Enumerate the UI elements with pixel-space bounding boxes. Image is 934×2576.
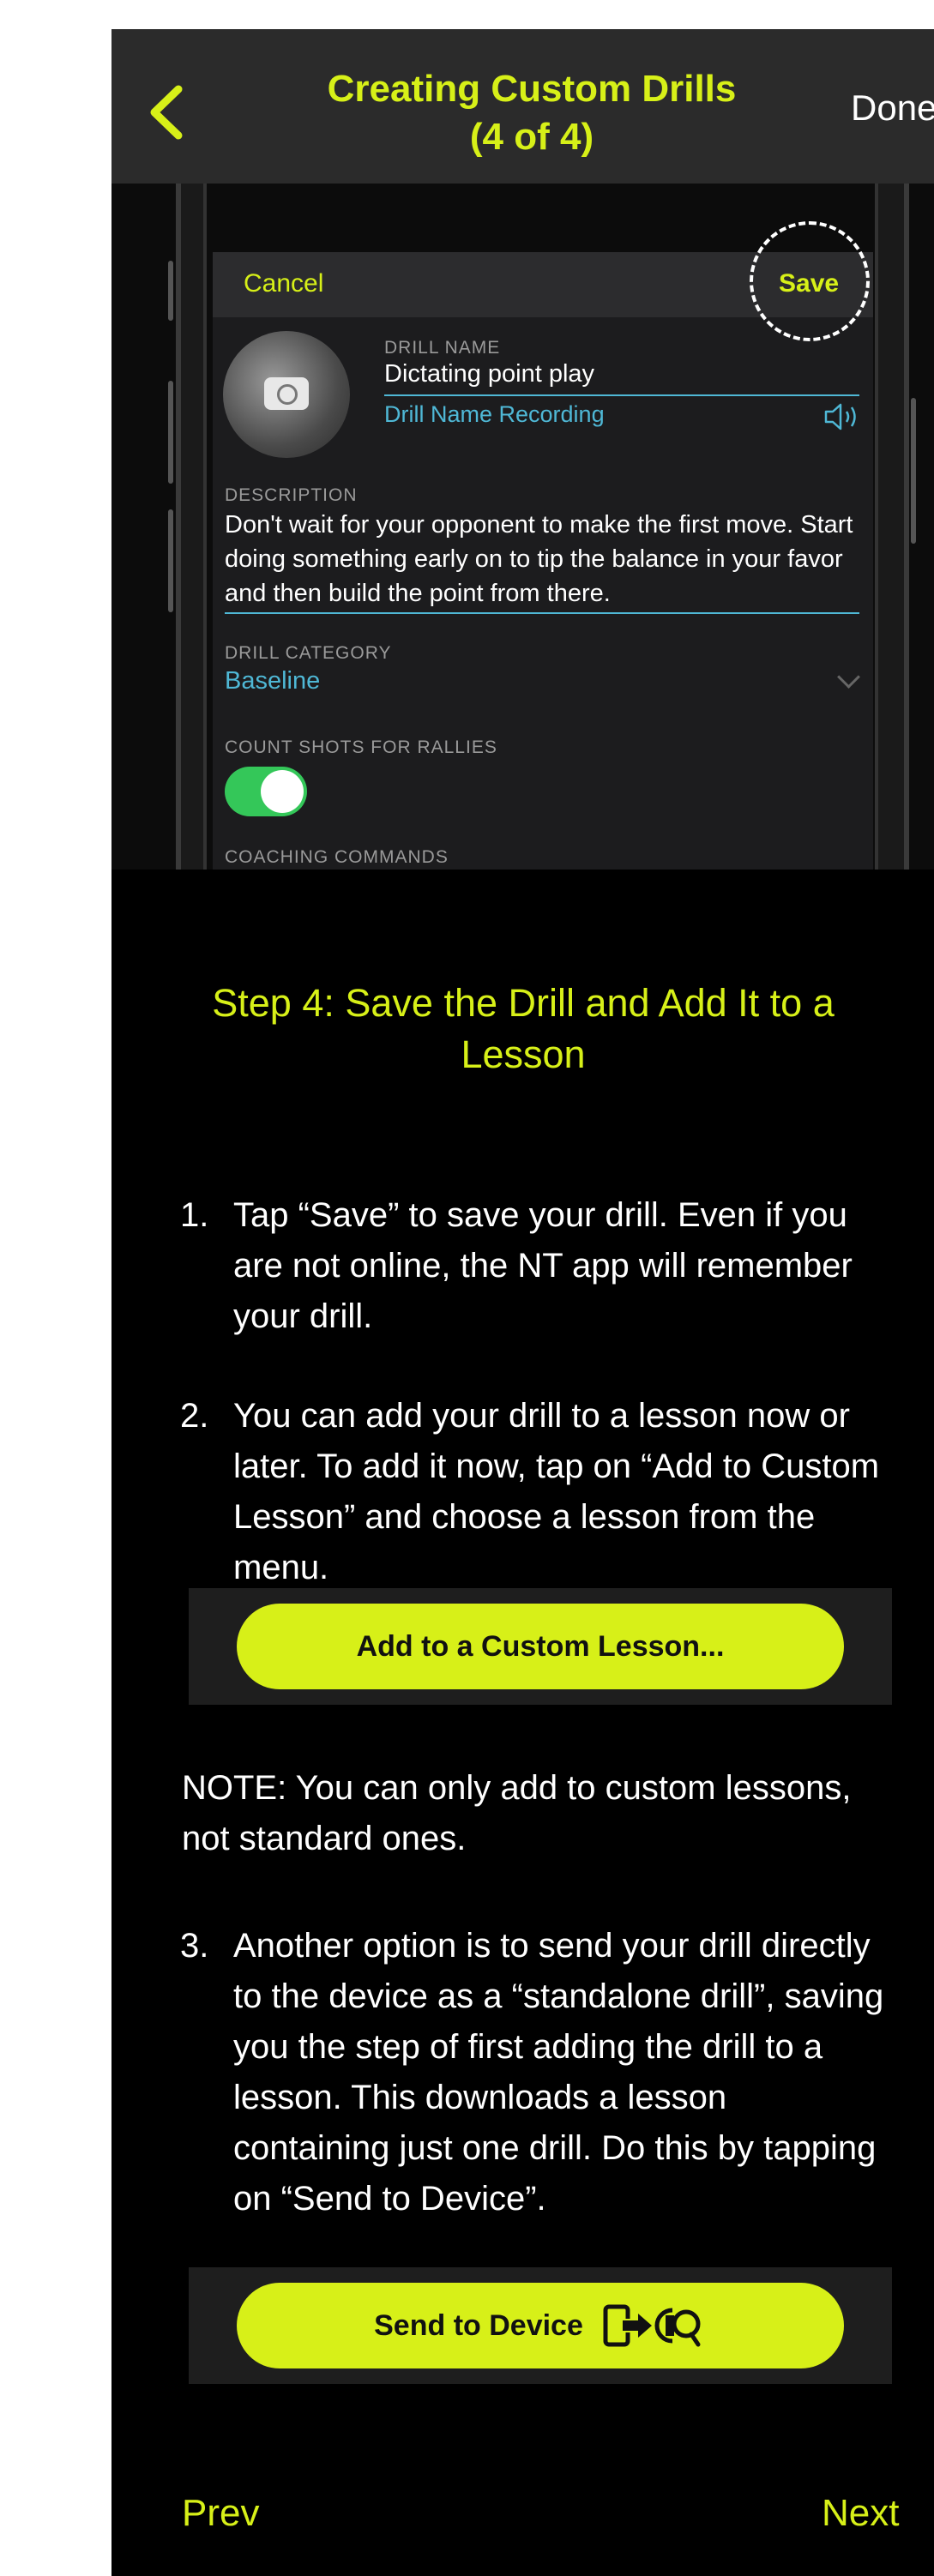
phone-side-button (168, 509, 173, 612)
drill-edit-screen: Cancel Save DRILL NAME Dictating point p… (213, 221, 873, 870)
send-button-label: Send to Device (374, 2308, 583, 2342)
page-title: Creating Custom Drills (4 of 4) (300, 65, 763, 161)
drill-name-label: DRILL NAME (384, 338, 501, 358)
drill-photo[interactable] (223, 331, 350, 458)
add-button-container: Add to a Custom Lesson... (189, 1588, 892, 1705)
prev-button[interactable]: Prev (182, 2492, 259, 2535)
list-text: Tap “Save” to save your drill. Even if y… (233, 1196, 853, 1335)
next-button[interactable]: Next (822, 2492, 899, 2535)
note-text: NOTE: You can only add to custom lessons… (182, 1769, 852, 1857)
page-title-line1: Creating Custom Drills (327, 68, 737, 110)
tutorial-panel: Creating Custom Drills (4 of 4) Done Can… (111, 29, 934, 2576)
description-label: DESCRIPTION (225, 485, 358, 505)
list-text: You can add your drill to a lesson now o… (233, 1397, 880, 1586)
phone-side-button (168, 381, 173, 484)
chevron-down-icon[interactable] (837, 665, 860, 689)
send-to-device-icon (603, 2304, 701, 2347)
description-field[interactable]: Don't wait for your opponent to make the… (225, 508, 868, 611)
list-number: 1. (180, 1196, 209, 1234)
app-screenshot: Cancel Save DRILL NAME Dictating point p… (111, 184, 934, 870)
send-to-device-button[interactable]: Send to Device (237, 2283, 844, 2368)
cancel-button[interactable]: Cancel (244, 269, 323, 298)
toggle-knob (261, 770, 304, 813)
phone-frame-right (875, 184, 909, 870)
drill-category-label: DRILL CATEGORY (225, 643, 392, 663)
add-to-custom-lesson-button[interactable]: Add to a Custom Lesson... (237, 1604, 844, 1689)
drill-name-field[interactable]: Dictating point play (384, 360, 594, 388)
page-title-line2: (4 of 4) (469, 116, 594, 158)
drill-name-underline (384, 394, 859, 396)
list-number: 2. (180, 1397, 209, 1435)
drill-category-select[interactable]: Baseline (225, 667, 320, 695)
save-highlight-circle (750, 221, 870, 341)
camera-icon (264, 377, 309, 410)
send-button-container: Send to Device (189, 2267, 892, 2384)
description-underline (225, 612, 859, 614)
done-button[interactable]: Done (851, 87, 934, 129)
list-number: 3. (180, 1927, 209, 1965)
count-shots-toggle[interactable] (225, 767, 307, 816)
step-title: Step 4: Save the Drill and Add It to a L… (212, 981, 835, 1076)
phone-side-button (168, 261, 173, 321)
phone-frame-left (176, 184, 207, 870)
phone-side-button (911, 398, 916, 544)
list-text: Another option is to send your drill dir… (233, 1927, 884, 2218)
speaker-icon[interactable] (823, 401, 863, 432)
add-button-label: Add to a Custom Lesson... (356, 1629, 725, 1663)
coaching-commands-label: COACHING COMMANDS (225, 847, 449, 867)
count-shots-label: COUNT SHOTS FOR RALLIES (225, 737, 497, 757)
header-bar: Creating Custom Drills (4 of 4) Done (111, 29, 934, 184)
drill-name-recording-link[interactable]: Drill Name Recording (384, 401, 605, 428)
back-chevron-icon[interactable] (142, 82, 194, 142)
